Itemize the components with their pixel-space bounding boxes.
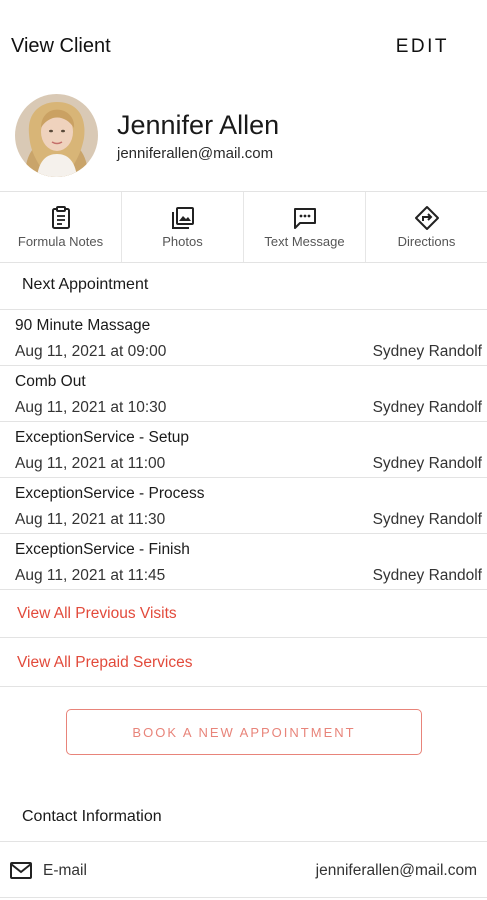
client-email: jenniferallen@mail.com — [117, 145, 274, 162]
contact-information-heading: Contact Information — [22, 808, 162, 825]
appointment-list: 90 Minute Massage Aug 11, 2021 at 09:00 … — [0, 309, 487, 590]
appointment-service: ExceptionService - Process — [15, 485, 205, 502]
message-icon — [292, 205, 318, 231]
directions-button[interactable]: Directions — [366, 192, 487, 262]
page-title: View Client — [11, 35, 111, 57]
text-message-label: Text Message — [264, 234, 345, 249]
text-message-button[interactable]: Text Message — [244, 192, 366, 262]
formula-notes-button[interactable]: Formula Notes — [0, 192, 122, 262]
photos-icon — [170, 205, 196, 231]
clipboard-icon — [48, 205, 74, 231]
appointment-service: ExceptionService - Setup — [15, 429, 190, 446]
appointment-service: 90 Minute Massage — [15, 317, 151, 334]
appointment-row[interactable]: ExceptionService - Setup Aug 11, 2021 at… — [0, 422, 487, 478]
contact-type: E-mail — [43, 862, 87, 879]
view-previous-visits-label: View All Previous Visits — [17, 605, 177, 622]
edit-button[interactable]: EDIT — [396, 36, 449, 58]
mail-icon — [9, 861, 35, 881]
next-appointment-heading: Next Appointment — [22, 276, 149, 293]
appointment-staff: Sydney Randolf — [372, 567, 482, 584]
appointment-datetime: Aug 11, 2021 at 11:30 — [15, 511, 166, 528]
appointment-datetime: Aug 11, 2021 at 11:00 — [15, 455, 166, 472]
view-prepaid-services-label: View All Prepaid Services — [17, 654, 193, 671]
appointment-staff: Sydney Randolf — [372, 511, 482, 528]
app-header: View Client EDIT — [0, 0, 487, 90]
contact-value: jenniferallen@mail.com — [315, 862, 477, 879]
quick-actions-bar: Formula Notes Photos Text Message Direct… — [0, 191, 487, 263]
client-profile: Jennifer Allen jenniferallen@mail.com — [0, 90, 487, 190]
appointment-service: Comb Out — [15, 373, 86, 390]
appointment-row[interactable]: Comb Out Aug 11, 2021 at 10:30 Sydney Ra… — [0, 366, 487, 422]
appointment-datetime: Aug 11, 2021 at 11:45 — [15, 567, 166, 584]
appointment-staff: Sydney Randolf — [372, 343, 482, 360]
appointment-row[interactable]: 90 Minute Massage Aug 11, 2021 at 09:00 … — [0, 310, 487, 366]
photos-label: Photos — [162, 234, 203, 249]
book-appointment-button[interactable]: BOOK A NEW APPOINTMENT — [66, 709, 422, 755]
photos-button[interactable]: Photos — [122, 192, 244, 262]
avatar — [15, 94, 98, 177]
directions-label: Directions — [397, 234, 456, 249]
appointment-datetime: Aug 11, 2021 at 09:00 — [15, 343, 167, 360]
appointment-staff: Sydney Randolf — [372, 455, 482, 472]
view-previous-visits-link[interactable]: View All Previous Visits — [0, 589, 487, 638]
view-prepaid-services-link[interactable]: View All Prepaid Services — [0, 638, 487, 687]
appointment-row[interactable]: ExceptionService - Process Aug 11, 2021 … — [0, 478, 487, 534]
contact-email-row[interactable]: E-mail jenniferallen@mail.com — [0, 841, 487, 898]
appointment-datetime: Aug 11, 2021 at 10:30 — [15, 399, 167, 416]
formula-notes-label: Formula Notes — [17, 234, 104, 249]
client-name: Jennifer Allen — [117, 110, 280, 140]
appointment-staff: Sydney Randolf — [372, 399, 482, 416]
appointment-row[interactable]: ExceptionService - Finish Aug 11, 2021 a… — [0, 534, 487, 590]
appointment-service: ExceptionService - Finish — [15, 541, 190, 558]
directions-icon — [414, 205, 440, 231]
